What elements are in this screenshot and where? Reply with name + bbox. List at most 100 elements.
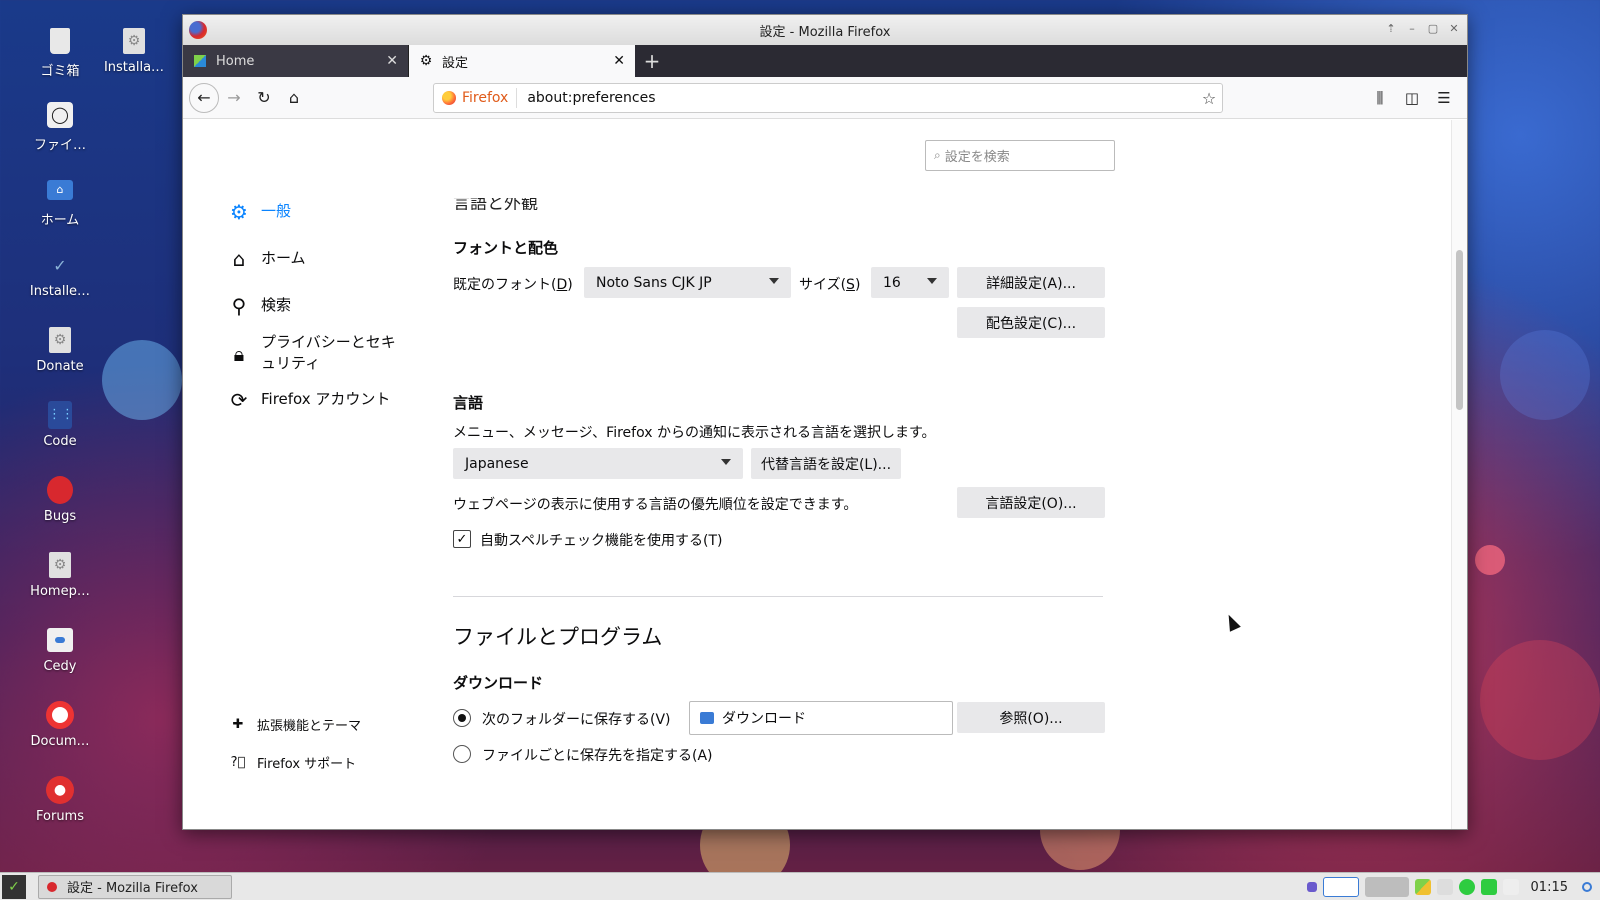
url-text[interactable]: about:preferences xyxy=(517,90,1196,106)
window-title: 設定 - Mozilla Firefox xyxy=(759,24,891,40)
sync-icon: ⟳ xyxy=(230,388,248,412)
desktop-icon-trash[interactable]: ゴミ箱 xyxy=(22,26,98,79)
new-tab-button[interactable]: + xyxy=(635,45,669,77)
desktop-icon-label: Homep… xyxy=(30,584,90,599)
download-folder-field[interactable]: ダウンロード xyxy=(689,701,953,735)
bookmark-star-icon[interactable]: ☆ xyxy=(1196,89,1222,108)
fonts-heading: フォントと配色 xyxy=(453,239,559,257)
default-font-label: 既定のフォント(D) xyxy=(453,277,573,293)
desktop-icon-label: Code xyxy=(43,434,77,449)
toggle-icon xyxy=(45,625,75,655)
advanced-fonts-button[interactable]: 詳細設定(A)... xyxy=(957,267,1105,298)
tray-app-icon[interactable] xyxy=(1306,882,1317,892)
files-heading: ファイルとプログラム xyxy=(453,625,663,649)
system-tray: 01:15 xyxy=(1306,873,1600,900)
spellcheck-checkbox[interactable]: ✓ xyxy=(453,530,471,548)
alternative-languages-button[interactable]: 代替言語を設定(L)... xyxy=(751,448,901,479)
minimize-icon[interactable]: – xyxy=(1405,22,1419,36)
search-input[interactable]: ⌕ 設定を検索 xyxy=(925,140,1115,171)
desktop-icon-code[interactable]: ⋮⋮ Code xyxy=(22,400,98,449)
tab-home[interactable]: Home ✕ xyxy=(183,45,409,77)
tab-settings[interactable]: ⚙ 設定 ✕ xyxy=(409,45,635,77)
search-icon: ⌕ xyxy=(934,148,941,162)
tray-update-icon[interactable] xyxy=(1414,879,1431,895)
taskbar: ✓ 設定 - Mozilla Firefox 01:15 xyxy=(0,872,1600,900)
scrollbar-thumb[interactable] xyxy=(1456,250,1463,410)
desktop-icon-label: ゴミ箱 xyxy=(40,64,80,79)
always-ask-label[interactable]: ファイルごとに保存先を指定する(A) xyxy=(482,745,713,765)
help-icon: ?⃝ xyxy=(230,755,246,770)
desktop-icon-installer[interactable]: ⚙ Installa… xyxy=(96,26,172,75)
keep-above-icon[interactable]: ⇡ xyxy=(1384,22,1398,36)
always-ask-radio[interactable] xyxy=(453,745,471,763)
tray-network-icon[interactable] xyxy=(1436,879,1453,895)
close-icon[interactable]: ✕ xyxy=(1447,22,1461,36)
desktop-icon-bugs[interactable]: Bugs xyxy=(22,475,98,524)
download-folder-value: ダウンロード xyxy=(722,711,806,727)
navigation-bar: ← → ↻ ⌂ Firefox about:preferences ☆ ⫼ ◫ … xyxy=(183,77,1467,119)
tray-settings-icon[interactable] xyxy=(1458,879,1475,895)
spellcheck-label[interactable]: 自動スペルチェック機能を使用する(T) xyxy=(480,530,723,550)
desktop-icon-donate[interactable]: ⚙ Donate xyxy=(22,325,98,374)
tray-firefox-icon[interactable] xyxy=(1322,877,1359,897)
desktop-icon-label: ホーム xyxy=(40,213,80,228)
home-button[interactable]: ⌂ xyxy=(279,83,309,113)
sidebar-item-home[interactable]: ⌂ ホーム xyxy=(227,247,306,271)
forum-icon: ● xyxy=(45,775,75,805)
font-size-select[interactable]: 16 xyxy=(871,267,949,298)
gear-icon: ⚙ xyxy=(419,53,433,69)
menu-icon[interactable]: ☰ xyxy=(1429,83,1459,113)
desktop-icon-docs[interactable]: Docum… xyxy=(22,700,98,749)
reload-button[interactable]: ↻ xyxy=(249,83,279,113)
lifebuoy-icon xyxy=(45,700,75,730)
colors-button[interactable]: 配色設定(C)... xyxy=(957,307,1105,338)
section-divider xyxy=(453,596,1103,597)
desktop-icon-cedy[interactable]: Cedy xyxy=(22,625,98,674)
save-to-folder-radio[interactable] xyxy=(453,709,471,727)
back-button[interactable]: ← xyxy=(189,82,219,113)
sidebar-item-privacy[interactable]: 🔒︎ プライバシーとセキュリティ xyxy=(227,332,397,374)
desktop-icon-forums[interactable]: ● Forums xyxy=(22,775,98,824)
tab-close-icon[interactable]: ✕ xyxy=(613,53,625,69)
maximize-icon[interactable]: ▢ xyxy=(1426,22,1440,36)
titlebar[interactable]: 設定 - Mozilla Firefox ⇡ – ▢ ✕ xyxy=(183,15,1467,45)
tray-workspace-icon[interactable] xyxy=(1364,877,1409,897)
sidebar-item-search[interactable]: ⚲ 検索 xyxy=(227,294,291,318)
sidebar-item-addons[interactable]: ✚ 拡張機能とテーマ xyxy=(229,715,361,734)
desktop-icon-home[interactable]: ⌂ ホーム xyxy=(22,175,98,228)
browse-button[interactable]: 参照(O)... xyxy=(957,702,1105,733)
library-icon[interactable]: ⫼ xyxy=(1365,83,1395,113)
sidebar-icon[interactable]: ◫ xyxy=(1397,83,1427,113)
url-bar[interactable]: Firefox about:preferences ☆ xyxy=(433,83,1223,113)
sidebar-item-support[interactable]: ?⃝ Firefox サポート xyxy=(229,753,357,772)
language-select[interactable]: Japanese xyxy=(453,448,743,479)
sidebar-item-label: プライバシーとセキュリティ xyxy=(261,333,396,372)
firefox-icon xyxy=(47,881,57,892)
tray-notification-icon[interactable] xyxy=(1582,882,1592,892)
vertical-scrollbar[interactable] xyxy=(1451,120,1467,829)
clock[interactable]: 01:15 xyxy=(1531,880,1568,895)
sidebar-item-sync[interactable]: ⟳ Firefox アカウント xyxy=(227,388,391,412)
save-to-folder-label[interactable]: 次のフォルダーに保存する(V) xyxy=(482,709,671,729)
default-font-select[interactable]: Noto Sans CJK JP xyxy=(584,267,791,298)
tray-clipboard-icon[interactable] xyxy=(1502,879,1519,895)
tray-ghost-icon[interactable] xyxy=(1480,879,1497,895)
desktop-icon-files[interactable]: ◯ ファイ… xyxy=(22,100,98,153)
taskbar-task-firefox[interactable]: 設定 - Mozilla Firefox xyxy=(38,874,232,899)
bug-icon xyxy=(45,475,75,505)
choose-language-button[interactable]: 言語設定(O)... xyxy=(957,487,1105,518)
search-icon: ⚲ xyxy=(231,294,247,318)
tab-close-icon[interactable]: ✕ xyxy=(386,53,398,69)
forward-button[interactable]: → xyxy=(219,83,249,113)
lock-icon: 🔒︎ xyxy=(233,342,245,366)
desktop-icon-label: Cedy xyxy=(43,659,77,674)
language-value: Japanese xyxy=(465,455,529,472)
desktop-icon-homepage[interactable]: ⚙ Homep… xyxy=(22,550,98,599)
preferences-content: ⌕ 設定を検索 ⚙ 一般 ⌂ ホーム ⚲ 検索 🔒︎ プライバシーとセキュリティ… xyxy=(183,120,1467,829)
sidebar-item-general[interactable]: ⚙ 一般 xyxy=(227,200,291,224)
identity-box[interactable]: Firefox xyxy=(434,88,518,108)
home-favicon-icon xyxy=(193,54,207,68)
desktop-icon-installed[interactable]: ✓ Installe… xyxy=(22,250,98,300)
language-heading: 言語 xyxy=(453,394,484,412)
start-menu-button[interactable]: ✓ xyxy=(2,874,26,899)
